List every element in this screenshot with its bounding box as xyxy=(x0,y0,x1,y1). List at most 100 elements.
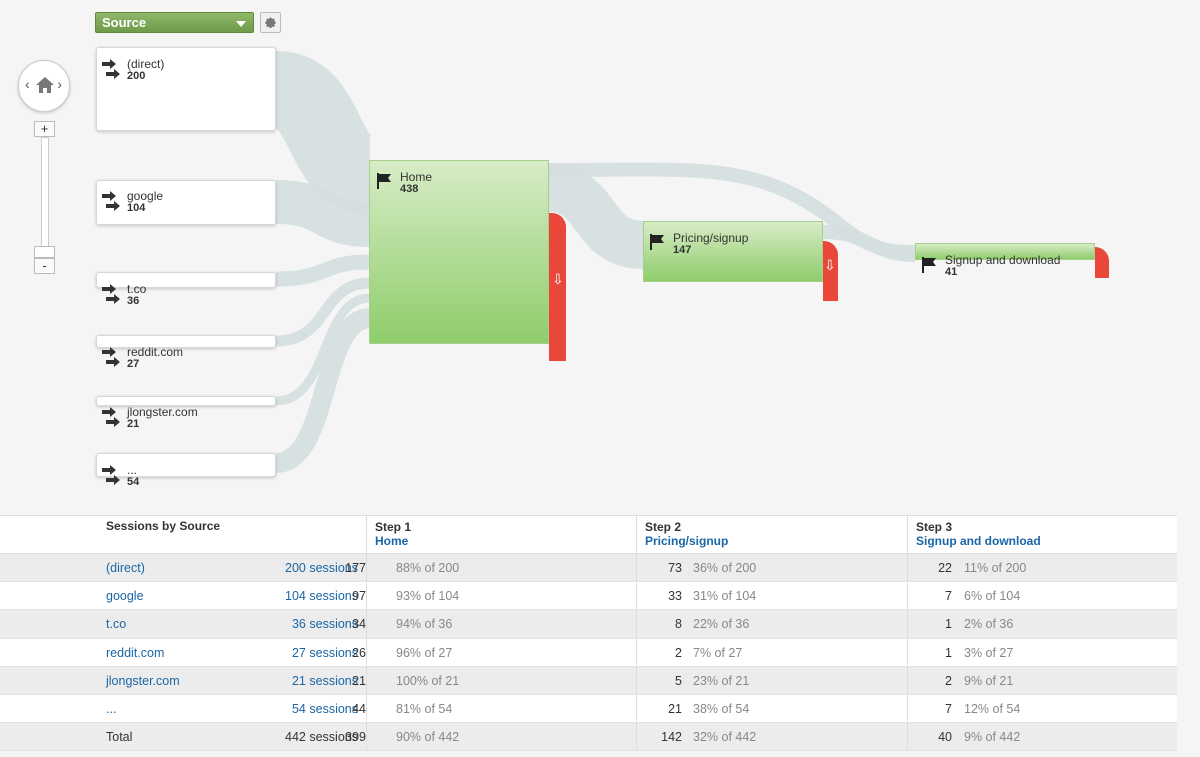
source-node-direct[interactable] xyxy=(96,47,276,131)
step3-count: 1 xyxy=(945,617,952,632)
column-divider xyxy=(366,638,367,666)
zoom-slider-handle[interactable] xyxy=(34,246,55,258)
step2-percent: 32% of 442 xyxy=(693,730,757,745)
step3-count: 7 xyxy=(945,589,952,604)
source-label: google xyxy=(127,189,164,203)
row-source-link[interactable]: jlongster.com xyxy=(106,674,180,688)
step1-count: 26 xyxy=(352,645,366,660)
step2-percent: 36% of 200 xyxy=(693,561,757,575)
step-title: Step 1 xyxy=(375,520,412,534)
source-value: 54 xyxy=(127,476,140,488)
dimension-select-label: Source xyxy=(102,15,147,30)
step1-percent: 90% of 442 xyxy=(396,730,460,745)
step2-count: 142 xyxy=(661,730,682,745)
step-node-home[interactable] xyxy=(369,160,549,344)
source-value: 104 xyxy=(127,202,146,214)
step-subtitle[interactable]: Signup and download xyxy=(916,534,1169,548)
dropoff-pricing-signup[interactable]: ⇩ xyxy=(823,241,838,301)
column-divider xyxy=(366,554,367,582)
column-divider xyxy=(366,694,367,723)
step-value: 438 xyxy=(400,183,419,195)
step1-count: 44 xyxy=(352,701,366,716)
source-node-reddit[interactable] xyxy=(96,335,276,348)
row-source-link[interactable]: ... xyxy=(106,702,116,716)
step-title: Step 2 xyxy=(645,520,682,534)
step2-percent: 7% of 27 xyxy=(693,645,743,660)
flag-icon xyxy=(650,234,664,250)
zoom-in-button[interactable]: + xyxy=(34,121,55,137)
dropoff-home[interactable]: ⇩ xyxy=(549,213,566,361)
step3-percent: 2% of 36 xyxy=(964,617,1014,632)
step1-count: 177 xyxy=(345,561,366,575)
entrance-arrow-icon xyxy=(102,191,120,211)
step-subtitle[interactable]: Home xyxy=(375,534,628,548)
table-row: ... 54 sessions 44 81% of 54 21 38% of 54 7 12%… xyxy=(0,694,1177,724)
source-label: (direct) xyxy=(127,57,165,71)
step3-count: 1 xyxy=(945,645,952,660)
flag-icon xyxy=(377,173,391,189)
step3-percent: 11% of 200 xyxy=(964,561,1027,575)
source-label: ... xyxy=(127,463,138,477)
step1-percent: 94% of 36 xyxy=(396,617,453,632)
entrance-arrow-icon xyxy=(102,59,120,79)
flow-link-google-home xyxy=(275,180,371,247)
row-source-link[interactable]: t.co xyxy=(106,617,126,631)
step1-percent: 93% of 104 xyxy=(396,589,460,604)
step3-percent: 3% of 27 xyxy=(964,645,1014,660)
step1-count: 97 xyxy=(352,589,366,604)
chevron-left-icon[interactable]: ‹ xyxy=(25,76,30,92)
entrance-arrow-icon xyxy=(102,347,120,367)
table-row-total: Total 442 sessions 399 90% of 442 142 32% of … xyxy=(0,723,1177,752)
source-node-tco[interactable] xyxy=(96,272,276,288)
step1-count: 34 xyxy=(352,617,366,632)
entrance-arrow-icon xyxy=(102,407,120,427)
step3-count: 7 xyxy=(945,701,952,716)
table-body: (direct) 200 sessions 177 88% of 200 73 36% o… xyxy=(0,554,1177,752)
zoom-out-button[interactable]: - xyxy=(34,258,55,274)
table-row: (direct) 200 sessions 177 88% of 200 73 36% o… xyxy=(0,554,1177,583)
step1-percent: 81% of 54 xyxy=(396,701,453,716)
step2-count: 8 xyxy=(675,617,682,632)
step-subtitle[interactable]: Pricing/signup xyxy=(645,534,899,548)
step2-percent: 31% of 104 xyxy=(693,589,757,604)
flag-icon xyxy=(922,257,936,273)
source-label: jlongster.com xyxy=(127,405,198,419)
step2-count: 73 xyxy=(668,561,682,575)
table-row: reddit.com 27 sessions 26 96% of 27 2 7% of 2… xyxy=(0,638,1177,667)
step1-percent: 88% of 200 xyxy=(396,561,460,575)
step-label: Signup and download xyxy=(945,253,1061,267)
dimension-select[interactable]: Source xyxy=(95,12,254,33)
source-value: 36 xyxy=(127,295,140,307)
home-icon[interactable] xyxy=(35,76,55,94)
settings-button[interactable] xyxy=(260,12,281,33)
row-source-link[interactable]: reddit.com xyxy=(106,646,164,660)
row-source-link[interactable]: (direct) xyxy=(106,561,145,575)
step-label: Pricing/signup xyxy=(673,231,749,245)
entrance-arrow-icon xyxy=(102,465,120,485)
step3-percent: 12% of 54 xyxy=(964,701,1021,716)
step1-count: 399 xyxy=(345,730,366,745)
step2-count: 2 xyxy=(675,645,682,660)
step3-count: 22 xyxy=(938,561,952,575)
sessions-table: Sessions by Source Step 1 Home Step 2 Pr… xyxy=(0,515,1177,752)
step2-count: 21 xyxy=(668,701,682,716)
chevron-right-icon[interactable]: › xyxy=(57,76,62,92)
arrow-down-icon: ⇩ xyxy=(552,271,564,287)
table-row: jlongster.com 21 sessions 21 100% of 21 5 23%… xyxy=(0,666,1177,695)
step2-percent: 23% of 21 xyxy=(693,673,750,688)
step2-count: 5 xyxy=(675,673,682,688)
zoom-slider-track[interactable] xyxy=(41,137,49,257)
step-label: Home xyxy=(400,170,433,184)
source-node-other[interactable] xyxy=(96,453,276,477)
source-value: 200 xyxy=(127,70,146,82)
source-label: reddit.com xyxy=(127,345,184,359)
source-node-google[interactable] xyxy=(96,180,276,225)
pan-control[interactable]: ‹ › xyxy=(18,60,70,112)
step2-percent: 22% of 36 xyxy=(693,617,750,632)
step1-percent: 96% of 27 xyxy=(396,645,453,660)
column-divider xyxy=(366,582,367,610)
source-value: 21 xyxy=(127,418,140,430)
source-label: t.co xyxy=(127,282,147,296)
column-divider xyxy=(366,723,367,751)
row-source-link[interactable]: google xyxy=(106,589,144,603)
